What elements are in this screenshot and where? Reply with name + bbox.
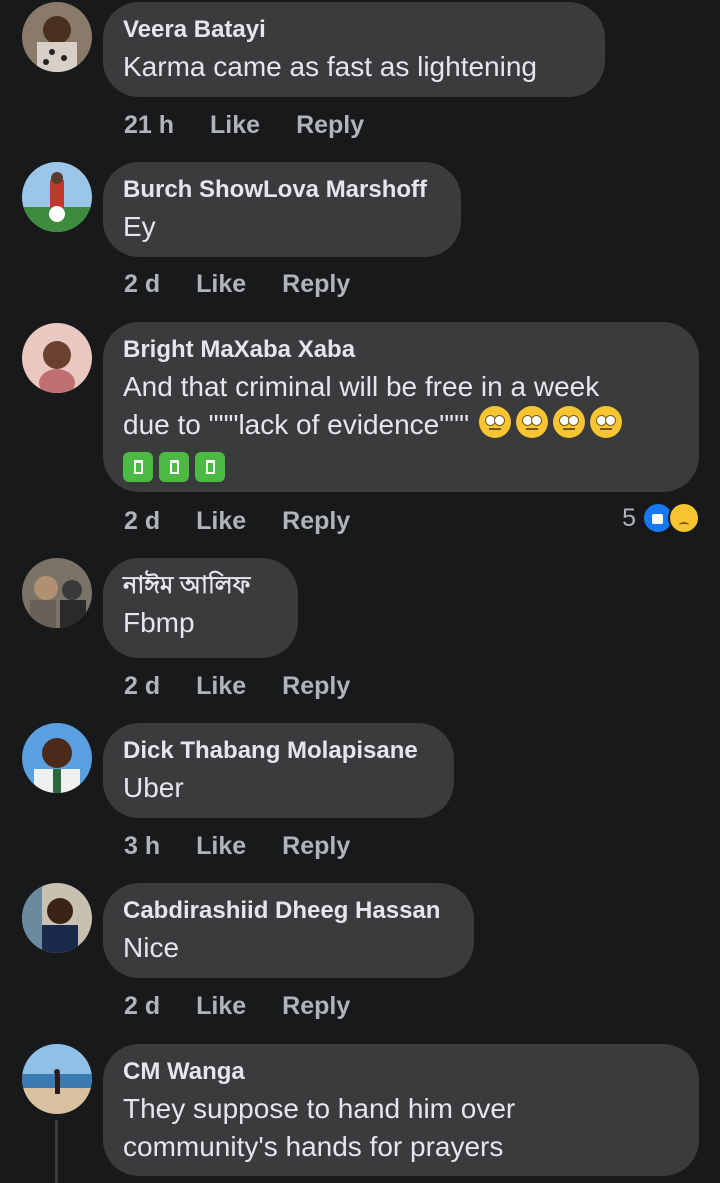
comment-text: Karma came as fast as lightening: [123, 51, 537, 82]
reaction-summary[interactable]: 5: [622, 502, 700, 534]
like-button[interactable]: Like: [210, 111, 260, 140]
comment-bubble: Burch ShowLova Marshoff Ey: [103, 162, 461, 257]
comment-actions: 2 d Like Reply: [124, 988, 386, 1024]
avatar[interactable]: [22, 558, 92, 628]
reply-button[interactable]: Reply: [282, 832, 350, 861]
comment-text-line: community's hands for prayers: [123, 1131, 504, 1162]
like-button[interactable]: Like: [196, 832, 246, 861]
comment-author[interactable]: Veera Batayi: [123, 16, 585, 44]
comment-text: Uber: [123, 772, 184, 803]
comment-timestamp[interactable]: 3 h: [124, 832, 160, 861]
reply-thread-line: [55, 1120, 58, 1183]
sad-reaction-icon: [668, 502, 700, 534]
reply-button[interactable]: Reply: [282, 270, 350, 299]
comment-actions: 2 d Like Reply: [124, 503, 386, 539]
comment-actions: 3 h Like Reply: [124, 828, 386, 864]
comment-timestamp[interactable]: 2 d: [124, 270, 160, 299]
reaction-count: 5: [622, 503, 636, 532]
litter-bin-emoji: [195, 451, 225, 482]
comment-bubble: CM Wanga They suppose to hand him over c…: [103, 1044, 699, 1176]
comment-bubble: Veera Batayi Karma came as fast as light…: [103, 2, 605, 97]
reply-button[interactable]: Reply: [296, 111, 364, 140]
like-button[interactable]: Like: [196, 270, 246, 299]
comment-bubble: Bright MaXaba Xaba And that criminal wil…: [103, 322, 699, 492]
comment-actions: 21 h Like Reply: [124, 107, 400, 143]
comment-text: Ey: [123, 211, 156, 242]
comment-text: Nice: [123, 932, 180, 963]
comment-author[interactable]: নাঈম আলিফ: [123, 572, 278, 600]
comment-author[interactable]: CM Wanga: [123, 1058, 679, 1086]
litter-bin-emoji: [159, 451, 189, 482]
rolling-eyes-emoji: [590, 406, 623, 438]
avatar[interactable]: [22, 723, 92, 793]
comment-text: They suppose to hand him over community'…: [123, 1090, 679, 1166]
rolling-eyes-emoji: [553, 406, 586, 438]
comment-timestamp[interactable]: 21 h: [124, 111, 174, 140]
avatar[interactable]: [22, 323, 92, 393]
rolling-eyes-emoji: [479, 406, 512, 438]
comment-author[interactable]: Cabdirashiid Dheeg Hassan: [123, 897, 454, 925]
comment-text-line: And that criminal will be free in a week: [123, 371, 600, 402]
like-button[interactable]: Like: [196, 992, 246, 1021]
comment-bubble: Cabdirashiid Dheeg Hassan Nice: [103, 883, 474, 978]
avatar[interactable]: [22, 162, 92, 232]
comment-timestamp[interactable]: 2 d: [124, 672, 160, 701]
reply-button[interactable]: Reply: [282, 672, 350, 701]
like-button[interactable]: Like: [196, 672, 246, 701]
litter-bin-emoji: [123, 451, 153, 482]
reply-button[interactable]: Reply: [282, 992, 350, 1021]
comment-bubble: Dick Thabang Molapisane Uber: [103, 723, 454, 818]
comment-text: And that criminal will be free in a week…: [123, 368, 679, 484]
comment-text-line-2: due to """lack of evidence""": [123, 406, 679, 444]
comment-author[interactable]: Burch ShowLova Marshoff: [123, 176, 441, 204]
comment-bubble: নাঈম আলিফ Fbmp: [103, 558, 298, 658]
comment-timestamp[interactable]: 2 d: [124, 992, 160, 1021]
rolling-eyes-emoji: [516, 406, 549, 438]
comment-text: Fbmp: [123, 607, 195, 638]
avatar[interactable]: [22, 1044, 92, 1114]
avatar[interactable]: [22, 883, 92, 953]
reply-button[interactable]: Reply: [282, 507, 350, 536]
comment-actions: 2 d Like Reply: [124, 668, 386, 704]
comment-author[interactable]: Dick Thabang Molapisane: [123, 737, 434, 765]
like-button[interactable]: Like: [196, 507, 246, 536]
comment-text-line: They suppose to hand him over: [123, 1093, 516, 1124]
comment-timestamp[interactable]: 2 d: [124, 507, 160, 536]
comment-actions: 2 d Like Reply: [124, 266, 386, 302]
comment-author[interactable]: Bright MaXaba Xaba: [123, 336, 679, 364]
avatar[interactable]: [22, 2, 92, 72]
emoji-row: [123, 446, 679, 484]
comment-text-line: due to """lack of evidence""": [123, 409, 470, 440]
